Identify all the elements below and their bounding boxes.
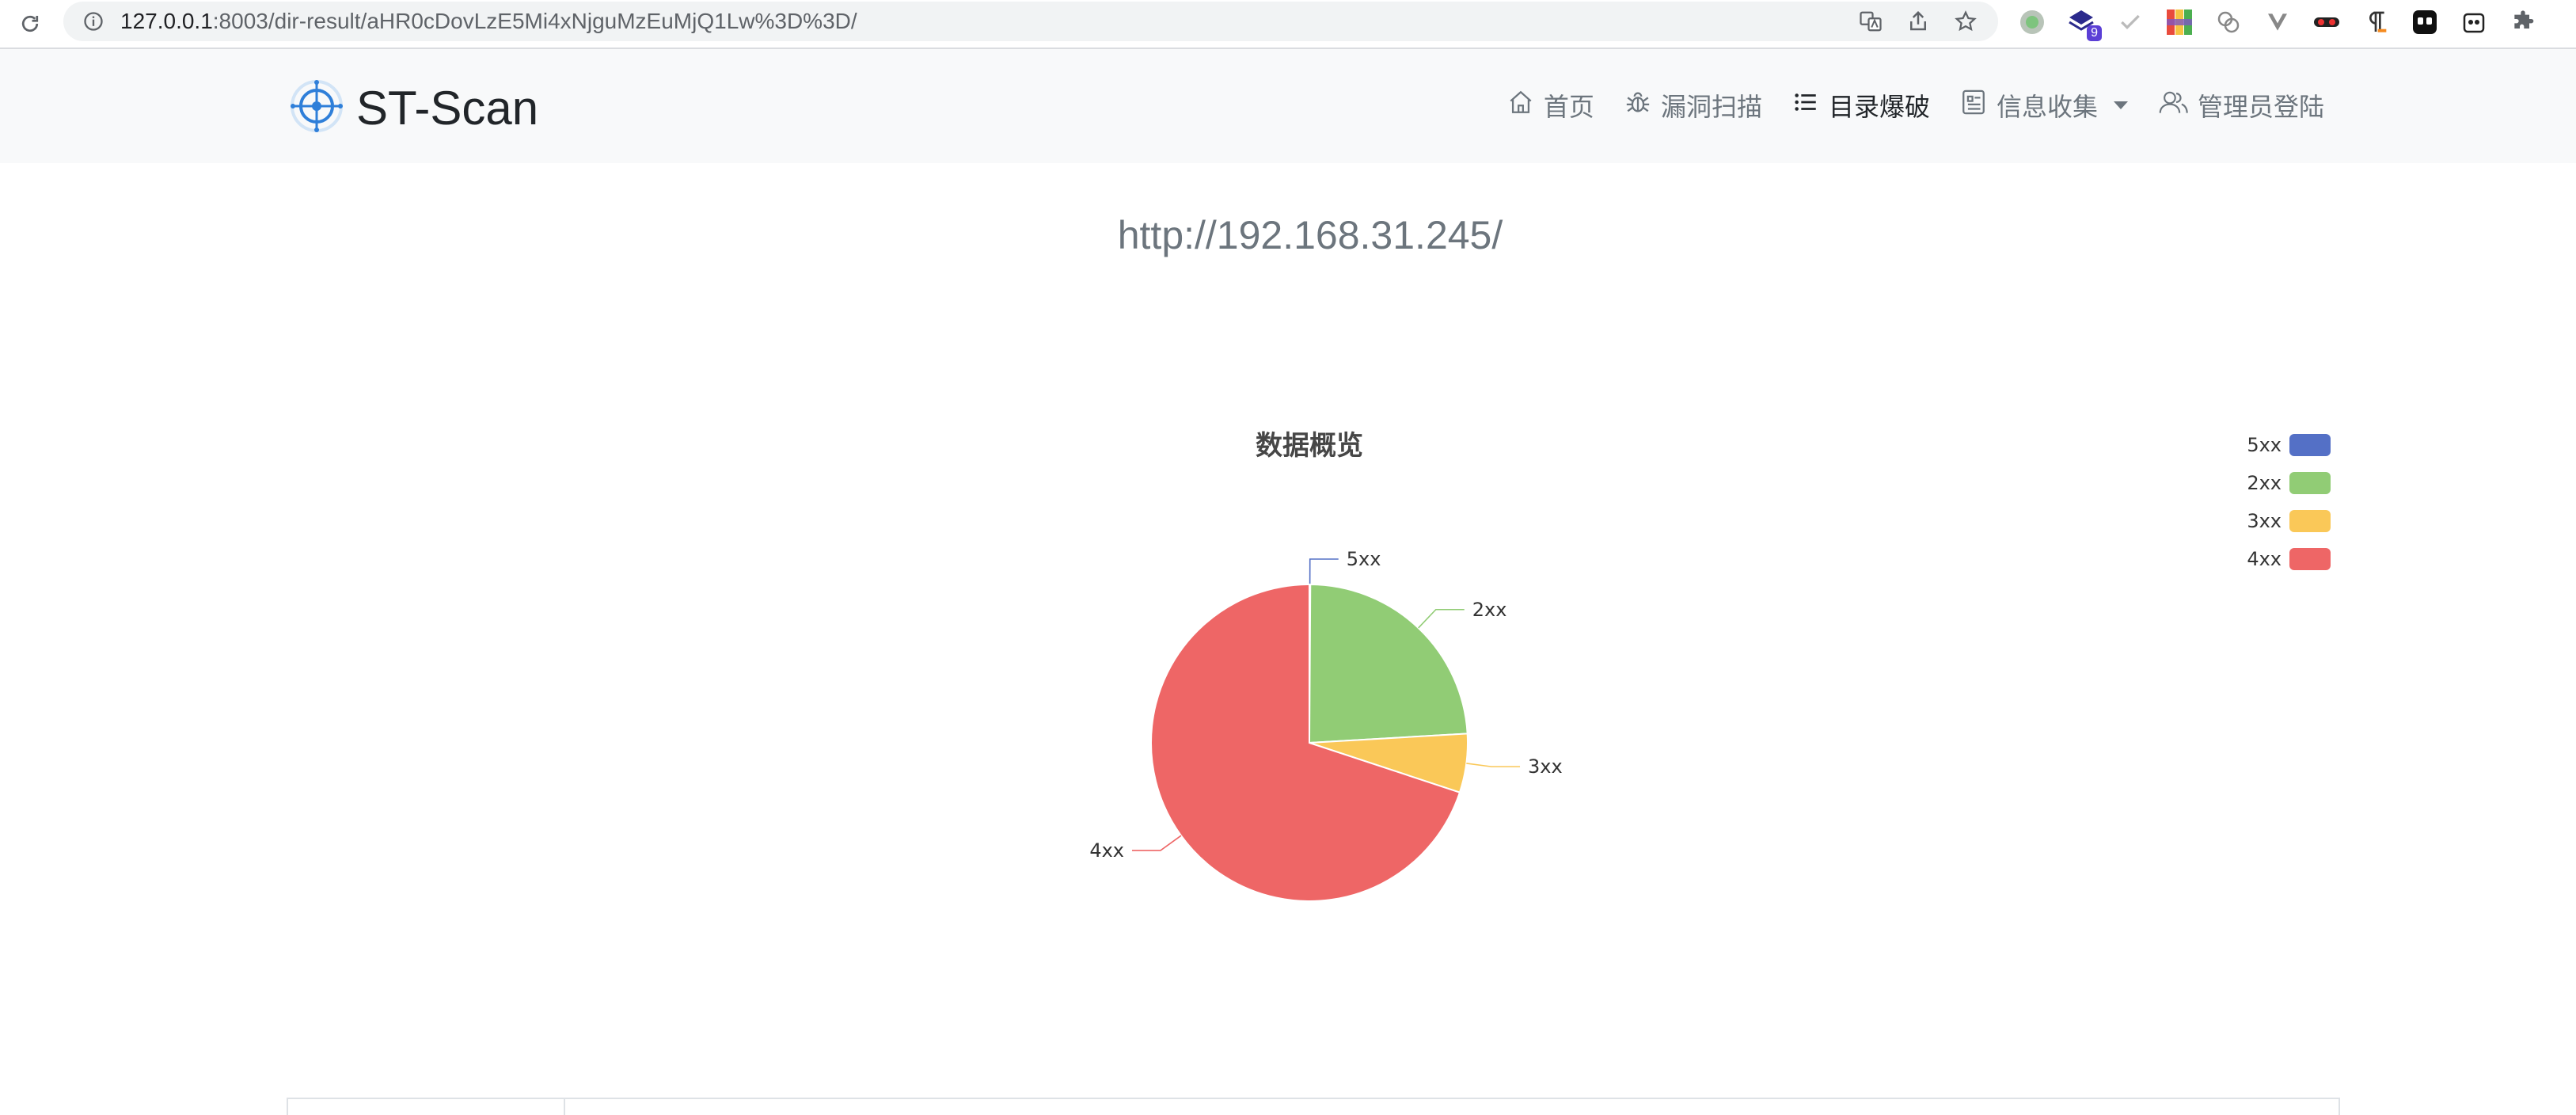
extension-green-dot-icon[interactable] <box>2015 5 2050 40</box>
url-path: :8003/dir-result/aHR0cDovLzE5Mi4xNjguMzE… <box>212 9 857 33</box>
nav-item-admin-login[interactable]: 管理员登陆 <box>2158 87 2324 124</box>
pie-label-4xx: 4xx <box>1089 839 1124 862</box>
extension-rings-icon[interactable] <box>2211 5 2246 40</box>
address-bar[interactable]: 127.0.0.1:8003/dir-result/aHR0cDovLzE5Mi… <box>63 2 1998 41</box>
nav-item-home[interactable]: 首页 <box>1507 87 1594 124</box>
nav-item-dir-brute[interactable]: 目录爆破 <box>1792 87 1930 124</box>
brand-link[interactable]: ST-Scan <box>288 78 538 138</box>
legend-label-3xx: 3xx <box>2247 510 2282 532</box>
extension-mask-icon[interactable] <box>2309 5 2344 40</box>
extensions-puzzle-icon[interactable] <box>2506 5 2540 40</box>
pie-label-3xx: 3xx <box>1528 755 1563 778</box>
pie-label-2xx: 2xx <box>1472 599 1507 621</box>
reload-icon[interactable] <box>13 6 47 41</box>
pie-chart-svg: 数据概览 5xx 5xx 2xx 2xx 3xx 3xx 4xx 4xx <box>1089 430 2331 902</box>
share-icon[interactable] <box>1902 5 1935 38</box>
browser-toolbar: 127.0.0.1:8003/dir-result/aHR0cDovLzE5Mi… <box>0 0 2576 49</box>
brand-name: ST-Scan <box>356 81 539 135</box>
users-icon <box>2158 89 2188 122</box>
site-info-icon[interactable] <box>79 7 108 36</box>
url-text[interactable]: 127.0.0.1:8003/dir-result/aHR0cDovLzE5Mi… <box>120 9 857 34</box>
nav-item-label: 漏洞扫描 <box>1660 92 1762 122</box>
extension-paragraph-icon[interactable] <box>2358 5 2393 40</box>
extension-dark-face-icon[interactable] <box>2407 5 2442 40</box>
extension-color-grid-icon[interactable] <box>2162 5 2197 40</box>
pie-slice-2xx <box>1308 583 1468 744</box>
pie-label-line-5xx <box>1309 558 1339 585</box>
status-pie-chart: 数据概览 5xx 5xx 2xx 2xx 3xx 3xx 4xx 4xx <box>288 380 2339 1029</box>
extension-v-icon[interactable] <box>2260 5 2295 40</box>
navbar: ST-Scan 首页 漏洞扫描 目录爆破 信息收集 管理员登陆 <box>0 49 2576 163</box>
pie-label-line-3xx <box>1466 763 1521 767</box>
card-icon <box>1960 89 1987 122</box>
extension-layers-icon[interactable]: 9 <box>2064 5 2102 41</box>
url-host: 127.0.0.1 <box>120 9 213 33</box>
legend-swatch-4xx <box>2289 548 2331 570</box>
pie-label-line-4xx <box>1132 835 1182 851</box>
bookmark-star-icon[interactable] <box>1949 5 1982 38</box>
nav-item-label: 目录爆破 <box>1828 92 1930 122</box>
nav-item-label: 管理员登陆 <box>2197 92 2324 122</box>
translate-icon[interactable] <box>1854 5 1887 38</box>
results-table-edge <box>287 1098 2340 1115</box>
pie-label-line-2xx <box>1418 608 1465 629</box>
extension-badge: 9 <box>2087 25 2102 41</box>
nav-item-vuln-scan[interactable]: 漏洞扫描 <box>1624 87 1762 124</box>
legend-label-4xx: 4xx <box>2247 548 2282 570</box>
legend-swatch-2xx <box>2289 472 2331 494</box>
pie-label-5xx: 5xx <box>1347 548 1381 570</box>
home-icon <box>1507 89 1534 122</box>
extension-robot-icon[interactable] <box>2456 5 2491 40</box>
chevron-down-icon <box>2113 101 2128 109</box>
legend-swatch-3xx <box>2289 510 2331 532</box>
target-url-heading: http://192.168.31.245/ <box>1117 213 1503 257</box>
legend-label-2xx: 2xx <box>2247 472 2282 494</box>
nav-item-label: 首页 <box>1543 92 1594 122</box>
nav-links: 首页 漏洞扫描 目录爆破 信息收集 管理员登陆 <box>1507 87 2324 124</box>
bug-icon <box>1624 89 1651 122</box>
chart-title: 数据概览 <box>1256 430 1363 462</box>
legend-swatch-5xx <box>2289 434 2331 456</box>
legend-label-5xx: 5xx <box>2247 434 2282 456</box>
crosshair-logo-icon <box>288 78 345 138</box>
nav-item-label: 信息收集 <box>1996 92 2098 122</box>
nav-item-info-gather[interactable]: 信息收集 <box>1960 87 2128 124</box>
extension-check-icon[interactable] <box>2113 5 2148 40</box>
list-icon <box>1792 89 1819 122</box>
